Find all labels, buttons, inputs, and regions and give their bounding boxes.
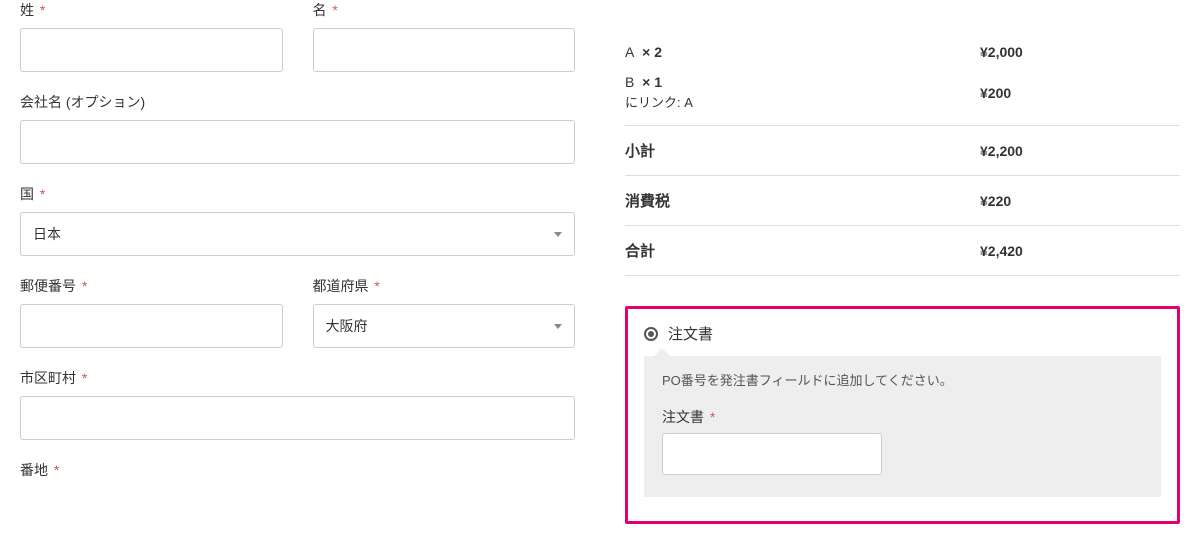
subtotal-row: 小計 ¥2,200 [625,125,1180,175]
payment-method-label: 注文書 [668,323,713,344]
postcode-label: 郵便番号 * [20,276,283,296]
required-mark: * [82,278,87,294]
postcode-input[interactable] [20,304,283,348]
payment-instruction-text: PO番号を発注書フィールドに追加してください。 [662,370,1143,389]
payment-method-box: 注文書 PO番号を発注書フィールドに追加してください。 注文書 * [625,306,1180,524]
firstname-label: 名 * [313,0,576,20]
item-link: にリンク: A [625,92,980,111]
city-label: 市区町村 * [20,368,575,388]
lastname-input[interactable] [20,28,283,72]
country-select[interactable]: 日本 [20,212,575,256]
po-label: 注文書 * [662,407,1143,427]
lastname-label: 姓 * [20,0,283,20]
payment-instructions: PO番号を発注書フィールドに追加してください。 注文書 * [644,356,1161,497]
item-name: B × 1 [625,74,662,90]
chevron-down-icon [554,324,562,329]
address-label: 番地 * [20,460,575,480]
po-input[interactable] [662,433,882,475]
summary-item-row: B × 1 にリンク: A ¥200 [625,74,1180,125]
required-mark: * [40,2,45,18]
total-row: 合計 ¥2,420 [625,225,1180,276]
summary-item-row: A × 2 ¥2,000 [625,30,1180,74]
country-label: 国 * [20,184,575,204]
total-label: 合計 [625,240,980,261]
item-name: A × 2 [625,44,662,60]
prefecture-value: 大阪府 [326,316,368,336]
tax-label: 消費税 [625,190,980,211]
total-value: ¥2,420 [980,243,1180,259]
required-mark: * [54,462,59,478]
subtotal-value: ¥2,200 [980,143,1180,159]
firstname-input[interactable] [313,28,576,72]
item-price: ¥200 [980,85,1180,101]
tax-value: ¥220 [980,193,1180,209]
required-mark: * [40,186,45,202]
company-label: 会社名 (オプション) [20,92,575,112]
subtotal-label: 小計 [625,140,980,161]
required-mark: * [332,2,337,18]
item-price: ¥2,000 [980,44,1180,60]
required-mark: * [374,278,379,294]
required-mark: * [82,370,87,386]
tax-row: 消費税 ¥220 [625,175,1180,225]
required-mark: * [710,409,715,425]
prefecture-select[interactable]: 大阪府 [313,304,576,348]
city-input[interactable] [20,396,575,440]
payment-radio[interactable] [644,327,658,341]
chevron-down-icon [554,232,562,237]
order-summary: A × 2 ¥2,000 B × 1 にリンク: A ¥200 小計 ¥2,20… [625,30,1180,276]
prefecture-label: 都道府県 * [313,276,576,296]
country-value: 日本 [33,224,61,244]
company-input[interactable] [20,120,575,164]
